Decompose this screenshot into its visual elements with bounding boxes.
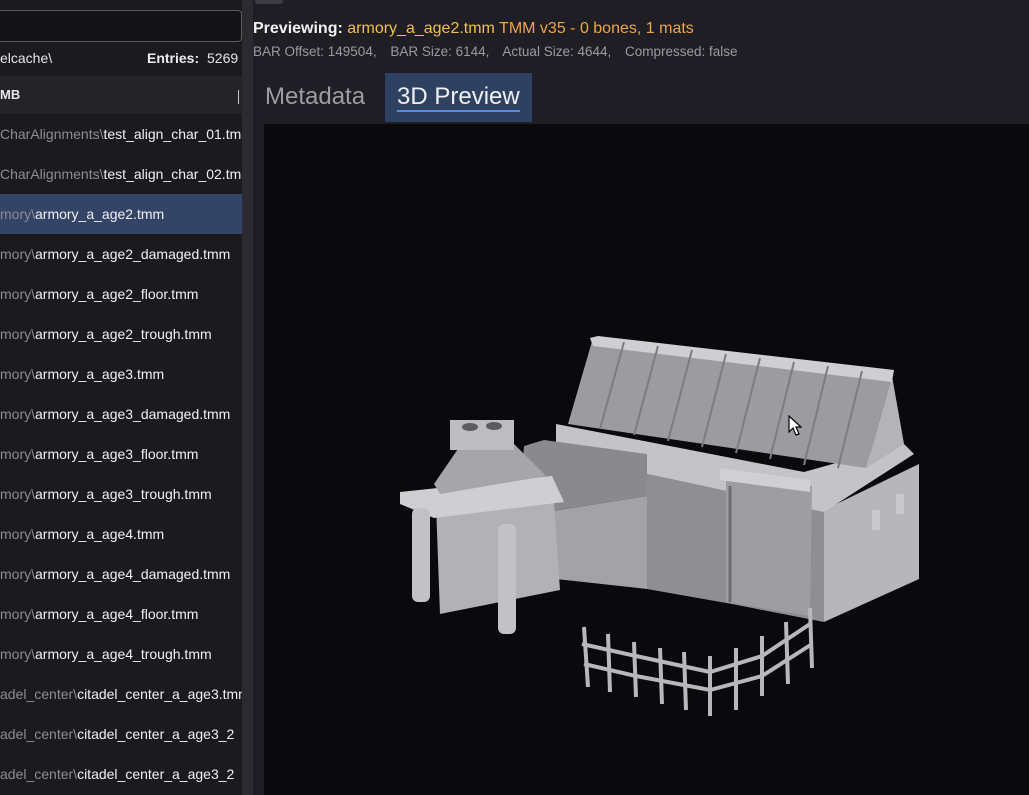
list-item-dir: mory\ [0, 366, 35, 382]
file-list: CharAlignments\test_align_char_01.tmm Cha… [0, 114, 242, 794]
list-item[interactable]: adel_center\citadel_center_a_age3.tmm [0, 674, 242, 714]
list-item[interactable]: mory\armory_a_age4_floor.tmm [0, 594, 242, 634]
list-item[interactable]: mory\armory_a_age2_damaged.tmm [0, 234, 242, 274]
list-item-filename: armory_a_age3_damaged.tmm [35, 406, 231, 422]
search-input[interactable] [0, 10, 242, 42]
list-item[interactable]: mory\armory_a_age2_trough.tmm [0, 314, 242, 354]
list-item-dir: mory\ [0, 326, 35, 342]
armory-model-render [400, 336, 919, 716]
bar-offset: BAR Offset: 149504, [253, 44, 377, 59]
file-browser-panel: elcache\ Entries: 5269 MB CharAlignments… [0, 0, 242, 795]
active-tab-underline [397, 110, 520, 112]
list-item[interactable]: CharAlignments\test_align_char_01.tmm [0, 114, 242, 154]
cache-path-row: elcache\ Entries: 5269 [0, 46, 242, 70]
list-item[interactable]: mory\armory_a_age4_damaged.tmm [0, 554, 242, 594]
list-item-dir: mory\ [0, 206, 35, 222]
list-item-filename: armory_a_age3.tmm [35, 366, 165, 382]
list-item-dir: mory\ [0, 526, 35, 542]
list-item[interactable]: mory\armory_a_age3.tmm [0, 354, 242, 394]
column-resize-handle[interactable] [238, 90, 239, 104]
list-item[interactable]: mory\armory_a_age2.tmm [0, 194, 242, 234]
entries-count: 5269 [207, 50, 239, 66]
list-item-filename: test_align_char_01.tmm [103, 126, 243, 142]
compressed-flag: Compressed: false [625, 44, 738, 59]
list-item-dir: mory\ [0, 646, 35, 662]
bar-entry-details: BAR Offset: 149504, BAR Size: 6144, Actu… [253, 44, 748, 59]
list-item-dir: mory\ [0, 286, 35, 302]
size-column-label: MB [0, 87, 21, 102]
list-item-filename: armory_a_age2_damaged.tmm [35, 246, 231, 262]
tab-3d-preview-label: 3D Preview [397, 83, 520, 110]
list-item-filename: citadel_center_a_age3.tmm [77, 686, 242, 702]
list-item-filename: citadel_center_a_age3_2 [77, 766, 235, 782]
list-item-dir: mory\ [0, 246, 35, 262]
list-item-filename: armory_a_age4_floor.tmm [35, 606, 199, 622]
model-fence [581, 607, 814, 716]
list-item-filename: armory_a_age4.tmm [35, 526, 165, 542]
list-item-dir: CharAlignments\ [0, 166, 104, 182]
list-item-filename: armory_a_age2_trough.tmm [35, 326, 212, 342]
list-item-dir: mory\ [0, 566, 35, 582]
cache-path: elcache\ [0, 50, 53, 66]
list-item-dir: adel_center\ [0, 686, 78, 702]
list-item-dir: CharAlignments\ [0, 126, 104, 142]
list-item[interactable]: CharAlignments\test_align_char_02.tmm [0, 154, 242, 194]
list-item-filename: armory_a_age4_damaged.tmm [35, 566, 231, 582]
list-item-dir: mory\ [0, 406, 35, 422]
actual-size: Actual Size: 4644, [502, 44, 612, 59]
list-item-filename: citadel_center_a_age3_2 [77, 726, 235, 742]
preview-file-info: TMM v35 - 0 bones, 1 mats [499, 20, 694, 37]
3d-viewport[interactable] [264, 124, 1029, 795]
list-item[interactable]: mory\armory_a_age2_floor.tmm [0, 274, 242, 314]
preview-header: Previewing: armory_a_age2.tmm TMM v35 - … [253, 20, 694, 38]
toolbar-button[interactable] [255, 0, 283, 4]
list-column-header[interactable]: MB [0, 76, 242, 114]
list-item-dir: mory\ [0, 606, 35, 622]
list-item-filename: armory_a_age2_floor.tmm [35, 286, 199, 302]
preview-filename: armory_a_age2.tmm [347, 20, 495, 37]
model-chimney-stack [450, 420, 514, 450]
list-item-dir: mory\ [0, 446, 35, 462]
list-item-dir: mory\ [0, 486, 35, 502]
list-item[interactable]: adel_center\citadel_center_a_age3_2 [0, 714, 242, 754]
list-item[interactable]: mory\armory_a_age4_trough.tmm [0, 634, 242, 674]
list-item[interactable]: mory\armory_a_age3_trough.tmm [0, 474, 242, 514]
list-item-dir: adel_center\ [0, 766, 78, 782]
list-item-filename: armory_a_age3_trough.tmm [35, 486, 212, 502]
tab-metadata[interactable]: Metadata [253, 73, 377, 122]
preview-panel: Previewing: armory_a_age2.tmm TMM v35 - … [253, 0, 1029, 795]
list-item-filename: test_align_char_02.tmm [103, 166, 243, 182]
list-item-filename: armory_a_age4_trough.tmm [35, 646, 212, 662]
entries-label: Entries: [147, 50, 200, 66]
list-item-filename: armory_a_age2.tmm [35, 206, 165, 222]
list-item[interactable]: adel_center\citadel_center_a_age3_2 [0, 754, 242, 794]
list-item[interactable]: mory\armory_a_age4.tmm [0, 514, 242, 554]
panel-splitter[interactable] [242, 0, 253, 795]
previewing-label: Previewing: [253, 20, 343, 37]
list-item-dir: adel_center\ [0, 726, 78, 742]
preview-tabs: Metadata 3D Preview [253, 73, 1029, 122]
model-door-block [726, 476, 812, 616]
tab-3d-preview[interactable]: 3D Preview [385, 73, 532, 122]
list-item[interactable]: mory\armory_a_age3_damaged.tmm [0, 394, 242, 434]
list-item[interactable]: mory\armory_a_age3_floor.tmm [0, 434, 242, 474]
bar-size: BAR Size: 6144, [390, 44, 490, 59]
list-item-filename: armory_a_age3_floor.tmm [35, 446, 199, 462]
